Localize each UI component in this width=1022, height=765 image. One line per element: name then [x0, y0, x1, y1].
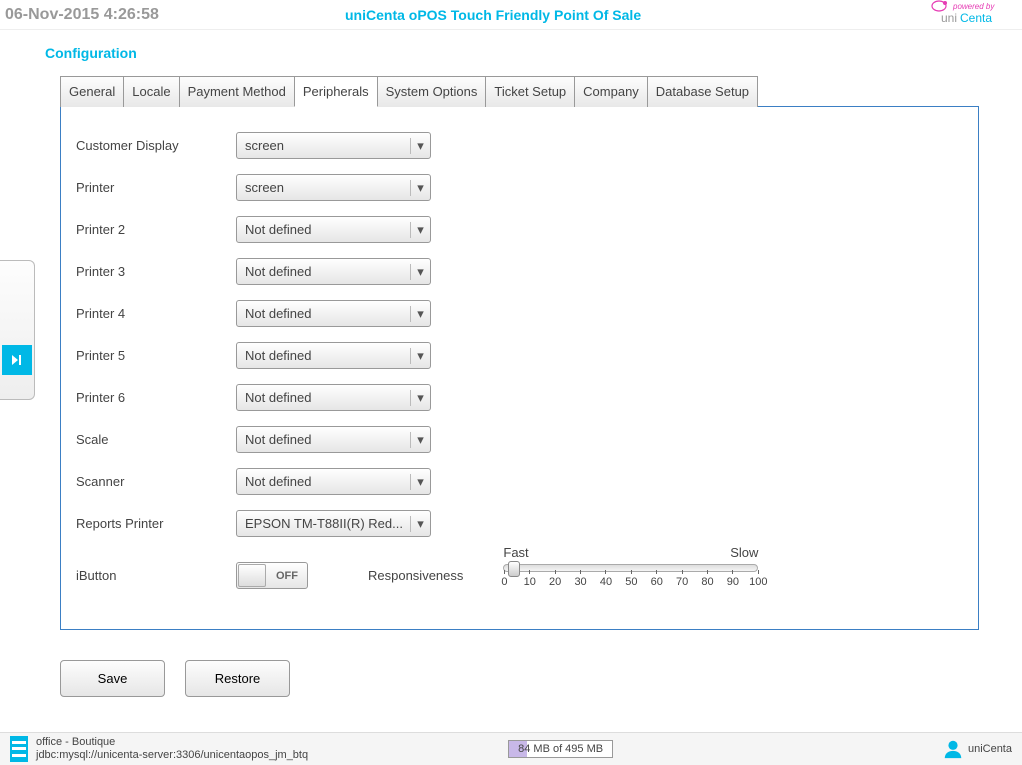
field-label: Scanner	[76, 474, 236, 489]
field-label: Printer	[76, 180, 236, 195]
printer-5-dropdown[interactable]: Not defined ▾	[236, 342, 431, 369]
chevron-down-icon: ▾	[410, 306, 426, 322]
tabs-row: GeneralLocalePayment MethodPeripheralsSy…	[60, 76, 1022, 107]
printer-dropdown[interactable]: screen ▾	[236, 174, 431, 201]
printer-4-dropdown[interactable]: Not defined ▾	[236, 300, 431, 327]
memory-indicator: 84 MB of 495 MB	[508, 740, 619, 758]
tab-payment-method[interactable]: Payment Method	[179, 76, 295, 107]
app-title: uniCenta oPOS Touch Friendly Point Of Sa…	[345, 7, 927, 23]
chevron-down-icon: ▾	[410, 264, 426, 280]
datetime-label: 06-Nov-2015 4:26:58	[5, 6, 345, 24]
tab-locale[interactable]: Locale	[123, 76, 179, 107]
field-label: Reports Printer	[76, 516, 236, 531]
save-button[interactable]: Save	[60, 660, 165, 697]
restore-button[interactable]: Restore	[185, 660, 290, 697]
field-label: Customer Display	[76, 138, 236, 153]
field-label: Printer 5	[76, 348, 236, 363]
powered-by-logo: powered by uni Centa	[927, 0, 1017, 29]
svg-text:uni: uni	[941, 11, 957, 25]
slider-fast-label: Fast	[503, 545, 528, 560]
footer-jdbc: jdbc:mysql://unicenta-server:3306/unicen…	[36, 749, 308, 762]
ibutton-label: iButton	[76, 568, 236, 583]
dropdown-value: Not defined	[245, 474, 312, 489]
printer-6-dropdown[interactable]: Not defined ▾	[236, 384, 431, 411]
printer-2-dropdown[interactable]: Not defined ▾	[236, 216, 431, 243]
footer-username: uniCenta	[968, 743, 1012, 755]
chevron-down-icon: ▾	[410, 516, 426, 532]
scale-dropdown[interactable]: Not defined ▾	[236, 426, 431, 453]
customer-display-dropdown[interactable]: screen ▾	[236, 132, 431, 159]
memory-text: 84 MB of 495 MB	[509, 741, 612, 757]
footer-connection-info: office - Boutique jdbc:mysql://unicenta-…	[36, 736, 308, 762]
field-label: Printer 2	[76, 222, 236, 237]
side-drawer-handle[interactable]	[0, 260, 35, 400]
responsiveness-label: Responsiveness	[368, 568, 463, 583]
dropdown-value: Not defined	[245, 222, 312, 237]
footer-user[interactable]: uniCenta	[942, 738, 1012, 760]
expand-icon	[2, 345, 32, 375]
svg-text:powered by: powered by	[952, 2, 995, 11]
chevron-down-icon: ▾	[410, 390, 426, 406]
tab-database-setup[interactable]: Database Setup	[647, 76, 758, 107]
peripherals-panel: Customer Display screen ▾ Printer screen ▾ Pri…	[60, 106, 979, 630]
dropdown-value: Not defined	[245, 264, 312, 279]
tab-peripherals[interactable]: Peripherals	[294, 76, 378, 107]
dropdown-value: Not defined	[245, 432, 312, 447]
chevron-down-icon: ▾	[410, 348, 426, 364]
dropdown-value: screen	[245, 180, 284, 195]
chevron-down-icon: ▾	[410, 222, 426, 238]
tab-system-options[interactable]: System Options	[377, 76, 487, 107]
toggle-state: OFF	[267, 570, 307, 582]
printer-3-dropdown[interactable]: Not defined ▾	[236, 258, 431, 285]
responsiveness-slider-wrap: Fast Slow 0102030405060708090100	[503, 545, 758, 574]
field-label: Printer 4	[76, 306, 236, 321]
reports-printer-dropdown[interactable]: EPSON TM-T88II(R) Red... ▾	[236, 510, 431, 537]
chevron-down-icon: ▾	[410, 180, 426, 196]
user-icon	[942, 738, 964, 760]
tab-ticket-setup[interactable]: Ticket Setup	[485, 76, 575, 107]
tab-company[interactable]: Company	[574, 76, 648, 107]
field-label: Printer 3	[76, 264, 236, 279]
dropdown-value: EPSON TM-T88II(R) Red...	[245, 516, 403, 531]
chevron-down-icon: ▾	[410, 138, 426, 154]
slider-slow-label: Slow	[730, 545, 758, 560]
field-label: Scale	[76, 432, 236, 447]
section-title: Configuration	[45, 45, 1022, 61]
chevron-down-icon: ▾	[410, 474, 426, 490]
dropdown-value: Not defined	[245, 306, 312, 321]
svg-text:Centa: Centa	[960, 11, 992, 25]
slider-thumb[interactable]	[508, 561, 520, 577]
scanner-dropdown[interactable]: Not defined ▾	[236, 468, 431, 495]
dropdown-value: screen	[245, 138, 284, 153]
database-icon	[10, 736, 28, 762]
field-label: Printer 6	[76, 390, 236, 405]
ibutton-toggle[interactable]: OFF	[236, 562, 308, 589]
footer-office: office - Boutique	[36, 736, 308, 749]
tab-general[interactable]: General	[60, 76, 124, 107]
toggle-knob	[238, 564, 266, 587]
dropdown-value: Not defined	[245, 348, 312, 363]
dropdown-value: Not defined	[245, 390, 312, 405]
chevron-down-icon: ▾	[410, 432, 426, 448]
